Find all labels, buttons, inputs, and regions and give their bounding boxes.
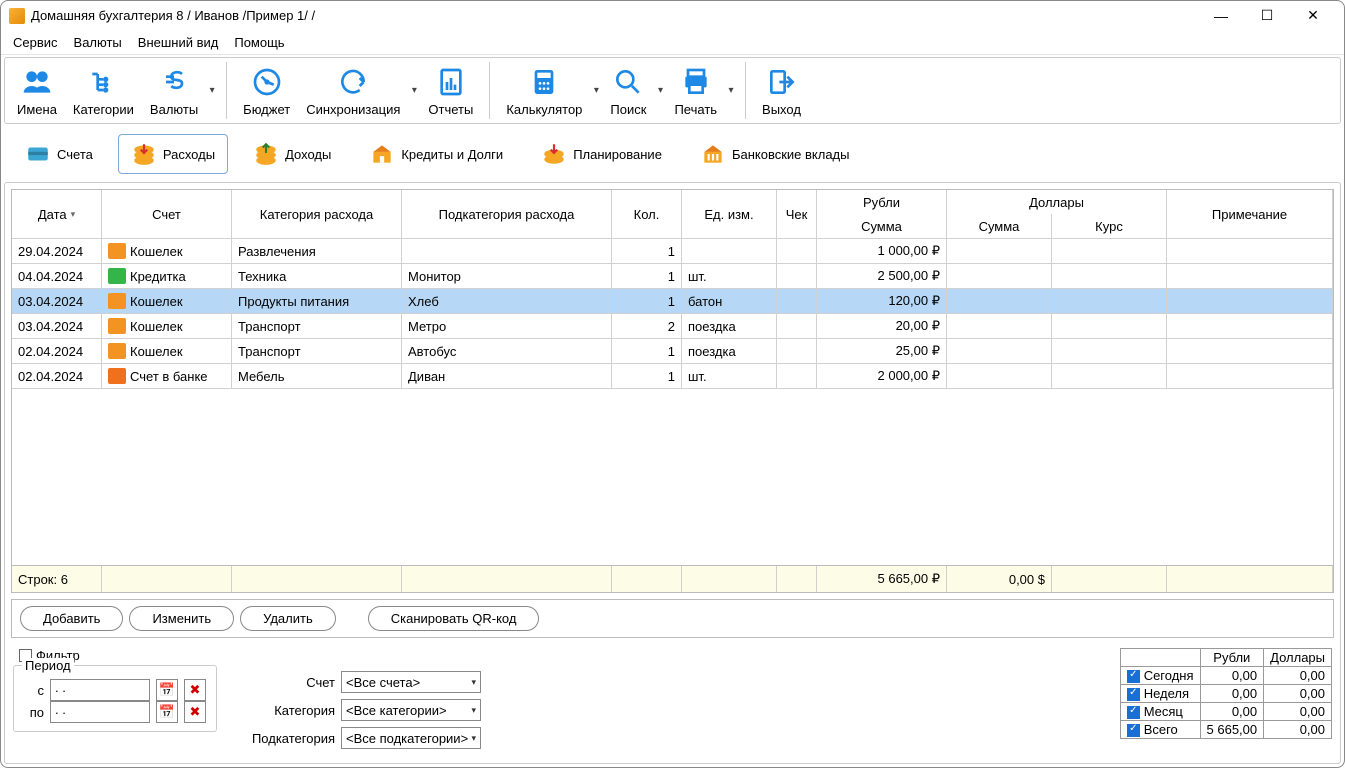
col-date[interactable]: Дата▾: [12, 190, 102, 238]
section-tab-accounts[interactable]: Счета: [12, 134, 106, 174]
table-row[interactable]: 03.04.2024КошелекПродукты питанияХлеб1ба…: [12, 289, 1333, 314]
summary-checkbox[interactable]: [1127, 670, 1140, 683]
col-note[interactable]: Примечание: [1167, 190, 1333, 238]
account-type-icon: [108, 368, 126, 384]
section-tab-planning[interactable]: Планирование: [528, 134, 675, 174]
toolbar-categories[interactable]: Категории: [65, 62, 142, 119]
toolbar-search-dropdown[interactable]: [654, 62, 666, 119]
grid-footer: Строк: 6 5 665,00 ₽ 0,00 $: [12, 565, 1333, 592]
account-type-icon: [108, 293, 126, 309]
toolbar-names[interactable]: Имена: [9, 62, 65, 119]
menu-помощь[interactable]: Помощь: [226, 32, 292, 53]
col-receipt[interactable]: Чек: [777, 190, 817, 238]
clear-from-icon[interactable]: ✖: [184, 679, 206, 701]
calendar-from-icon[interactable]: 📅: [156, 679, 178, 701]
menu-внешний вид[interactable]: Внешний вид: [130, 32, 227, 53]
toolbar-reports[interactable]: Отчеты: [420, 62, 481, 119]
scan-qr-button[interactable]: Сканировать QR-код: [368, 606, 540, 631]
table-row[interactable]: 02.04.2024КошелекТранспортАвтобус1поездк…: [12, 339, 1333, 364]
summary-row: Неделя0,000,00: [1121, 685, 1332, 703]
close-button[interactable]: ✕: [1290, 1, 1336, 31]
col-usd-sum[interactable]: Сумма: [947, 214, 1052, 238]
toolbar-print[interactable]: Печать: [666, 62, 725, 119]
toolbar-currencies-dropdown[interactable]: [206, 62, 218, 119]
action-buttons-bar: Добавить Изменить Удалить Сканировать QR…: [11, 599, 1334, 638]
summary-row: Месяц0,000,00: [1121, 703, 1332, 721]
app-icon: [9, 8, 25, 24]
col-group-rubles: Рубли: [817, 190, 947, 214]
expenses-grid: Дата▾ Счет Категория расхода Подкатегори…: [11, 189, 1334, 593]
account-type-icon: [108, 268, 126, 284]
toolbar-print-dropdown[interactable]: [725, 62, 737, 119]
clear-to-icon[interactable]: ✖: [184, 701, 206, 723]
col-unit[interactable]: Ед. изм.: [682, 190, 777, 238]
minimize-button[interactable]: —: [1198, 1, 1244, 31]
toolbar-calc[interactable]: Калькулятор: [498, 62, 590, 119]
account-type-icon: [108, 318, 126, 334]
toolbar-currencies[interactable]: Валюты: [142, 62, 206, 119]
col-category[interactable]: Категория расхода: [232, 190, 402, 238]
toolbar-sync[interactable]: Синхронизация: [298, 62, 408, 119]
period-group: Период с . . 📅 ✖ по . . 📅 ✖: [13, 665, 217, 732]
table-row[interactable]: 29.04.2024КошелекРазвлечения11 000,00 ₽: [12, 239, 1333, 264]
summary-row: Всего5 665,000,00: [1121, 721, 1332, 739]
menu-валюты[interactable]: Валюты: [66, 32, 130, 53]
window-title: Домашняя бухгалтерия 8 / Иванов /Пример …: [31, 8, 1198, 23]
col-group-dollars: Доллары: [947, 190, 1167, 214]
section-tab-expenses[interactable]: Расходы: [118, 134, 228, 174]
summary-row: Сегодня0,000,00: [1121, 667, 1332, 685]
account-type-icon: [108, 243, 126, 259]
date-from-input[interactable]: . .: [50, 679, 150, 701]
menu-bar: СервисВалютыВнешний видПомощь: [1, 31, 1344, 55]
summary-checkbox[interactable]: [1127, 724, 1140, 737]
summary-checkbox[interactable]: [1127, 688, 1140, 701]
calendar-to-icon[interactable]: 📅: [156, 701, 178, 723]
date-to-input[interactable]: . .: [50, 701, 150, 723]
table-row[interactable]: 02.04.2024Счет в банкеМебельДиван1шт.2 0…: [12, 364, 1333, 389]
summary-table: РублиДоллары Сегодня0,000,00 Неделя0,000…: [1120, 648, 1332, 739]
menu-сервис[interactable]: Сервис: [5, 32, 66, 53]
filter-subcategory-select[interactable]: <Все подкатегории>: [341, 727, 481, 749]
section-tab-deposits[interactable]: Банковские вклады: [687, 134, 863, 174]
section-tabs: Счета Расходы Доходы Кредиты и Долги Планиро…: [4, 128, 1341, 180]
delete-button[interactable]: Удалить: [240, 606, 336, 631]
maximize-button[interactable]: ☐: [1244, 1, 1290, 31]
toolbar-search[interactable]: Поиск: [602, 62, 654, 119]
account-type-icon: [108, 343, 126, 359]
sort-desc-icon: ▾: [71, 209, 76, 220]
toolbar-sync-dropdown[interactable]: [408, 62, 420, 119]
footer-usd-total: 0,00 $: [947, 566, 1052, 592]
col-account[interactable]: Счет: [102, 190, 232, 238]
toolbar-calc-dropdown[interactable]: [590, 62, 602, 119]
filter-category-select[interactable]: <Все категории>: [341, 699, 481, 721]
row-count: Строк: 6: [12, 566, 102, 592]
edit-button[interactable]: Изменить: [129, 606, 234, 631]
filter-account-select[interactable]: <Все счета>: [341, 671, 481, 693]
summary-checkbox[interactable]: [1127, 706, 1140, 719]
title-bar: Домашняя бухгалтерия 8 / Иванов /Пример …: [1, 1, 1344, 31]
table-row[interactable]: 04.04.2024КредиткаТехникаМонитор1шт.2 50…: [12, 264, 1333, 289]
toolbar-budget[interactable]: Бюджет: [235, 62, 298, 119]
col-rate[interactable]: Курс: [1052, 214, 1167, 238]
col-rub-sum[interactable]: Сумма: [817, 214, 947, 238]
col-subcategory[interactable]: Подкатегория расхода: [402, 190, 612, 238]
section-tab-credits[interactable]: Кредиты и Долги: [356, 134, 516, 174]
section-tab-income[interactable]: Доходы: [240, 134, 344, 174]
table-row[interactable]: 03.04.2024КошелекТранспортМетро2поездка2…: [12, 314, 1333, 339]
add-button[interactable]: Добавить: [20, 606, 123, 631]
col-quantity[interactable]: Кол.: [612, 190, 682, 238]
footer-rub-total: 5 665,00 ₽: [817, 566, 947, 592]
toolbar-exit[interactable]: Выход: [754, 62, 809, 119]
main-toolbar: ИменаКатегорииВалюты БюджетСинхронизацияО…: [4, 57, 1341, 124]
